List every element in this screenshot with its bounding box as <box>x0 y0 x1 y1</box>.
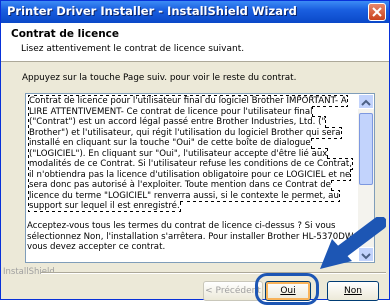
header-subtitle: Lisez attentivement le contrat de licenc… <box>21 44 245 54</box>
instruction-text: Appuyez sur la touche Page suiv. pour vo… <box>22 73 297 83</box>
no-button[interactable]: Non <box>327 281 379 301</box>
pointer-arrow-icon <box>320 217 386 269</box>
close-button[interactable] <box>368 3 386 21</box>
yes-highlight-ring <box>255 273 319 305</box>
previous-button[interactable]: < Précédent <box>203 281 263 301</box>
window-title: Printer Driver Installer - InstallShield… <box>7 4 297 18</box>
header-title: Contrat de licence <box>11 28 120 40</box>
license-text: Contrat de licence pour l'utilisateur fi… <box>28 95 353 212</box>
title-bar[interactable]: Printer Driver Installer - InstallShield… <box>1 1 389 23</box>
scroll-up-button[interactable] <box>358 94 374 109</box>
close-icon <box>372 7 382 17</box>
scroll-thumb[interactable] <box>359 113 373 185</box>
no-label: Non <box>344 286 362 296</box>
installer-window: Printer Driver Installer - InstallShield… <box>0 0 390 305</box>
chevron-up-icon <box>361 99 371 106</box>
wizard-header: Contrat de licence Lisez attentivement l… <box>1 23 389 62</box>
